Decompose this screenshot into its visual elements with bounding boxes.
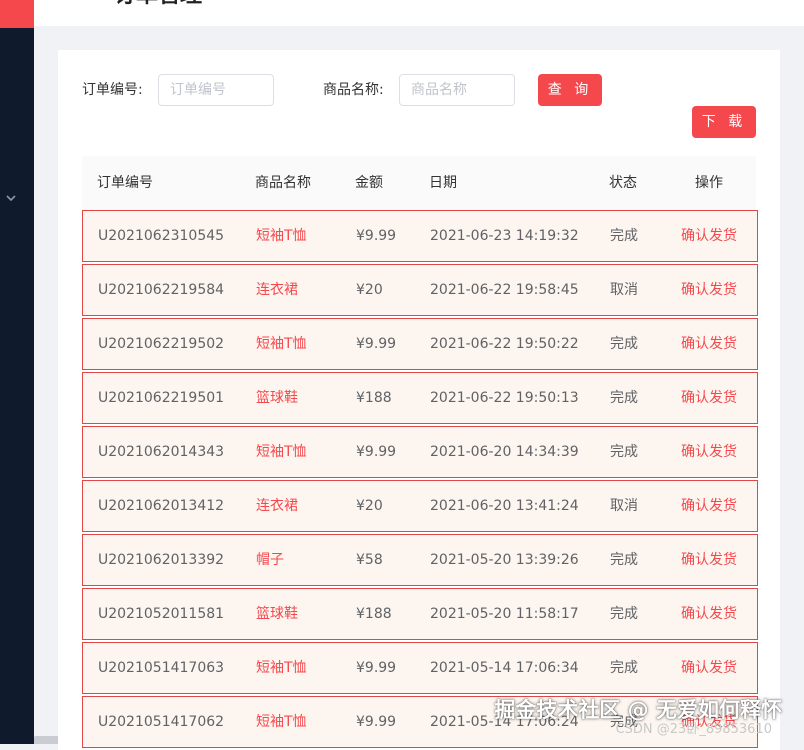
sidebar [0,0,34,744]
cell-date: 2021-05-20 11:58:17 [430,606,579,622]
cell-date: 2021-06-22 19:50:22 [430,336,579,352]
cell-order-no: U2021051417063 [98,660,225,676]
cell-product-name: 短袖T恤 [256,444,307,460]
order-no-input[interactable] [158,74,274,106]
confirm-ship-link[interactable]: 确认发货 [681,211,737,261]
cell-status: 完成 [610,660,638,676]
cell-date: 2021-06-20 13:41:24 [430,498,579,514]
sidebar-active-item[interactable] [0,0,34,28]
table-row: U2021052011581 篮球鞋 ¥188 2021-05-20 11:58… [82,588,758,640]
header-amount: 金额 [355,175,383,191]
cell-amount: ¥9.99 [356,336,397,352]
cell-amount: ¥20 [356,282,383,298]
header-operation: 操作 [695,175,723,191]
table-row: U2021051417063 短袖T恤 ¥9.99 2021-05-14 17:… [82,642,758,694]
cell-product-name: 短袖T恤 [256,228,307,244]
confirm-ship-link[interactable]: 确认发货 [681,319,737,369]
cell-product-name: 帽子 [256,552,284,568]
cell-status: 完成 [610,336,638,352]
cell-status: 完成 [610,390,638,406]
cell-status: 完成 [610,444,638,460]
table-row: U2021062013412 连衣裙 ¥20 2021-06-20 13:41:… [82,480,758,532]
table-header: 订单编号 商品名称 金额 日期 状态 操作 [82,156,756,211]
header-date: 日期 [429,175,457,191]
product-name-input[interactable] [399,74,515,106]
cell-amount: ¥9.99 [356,660,397,676]
confirm-ship-link[interactable]: 确认发货 [681,265,737,315]
cell-amount: ¥9.99 [356,444,397,460]
cell-product-name: 连衣裙 [256,498,298,514]
table-row: U2021062219584 连衣裙 ¥20 2021-06-22 19:58:… [82,264,758,316]
confirm-ship-link[interactable]: 确认发货 [681,643,737,693]
table-row: U2021062219501 篮球鞋 ¥188 2021-06-22 19:50… [82,372,758,424]
order-no-label: 订单编号: [82,82,143,98]
cell-product-name: 篮球鞋 [256,606,298,622]
cell-status: 完成 [610,552,638,568]
confirm-ship-link[interactable]: 确认发货 [681,535,737,585]
page-header: 订单管理 [34,0,804,26]
cell-date: 2021-05-14 17:06:34 [430,660,579,676]
cell-order-no: U2021062219501 [98,390,225,406]
cell-status: 完成 [610,228,638,244]
cell-date: 2021-06-22 19:50:13 [430,390,579,406]
confirm-ship-link[interactable]: 确认发货 [681,373,737,423]
cell-amount: ¥9.99 [356,228,397,244]
cell-order-no: U2021062014343 [98,444,225,460]
confirm-ship-link[interactable]: 确认发货 [681,427,737,477]
table-row: U2021062219502 短袖T恤 ¥9.99 2021-06-22 19:… [82,318,758,370]
cell-date: 2021-06-20 14:34:39 [430,444,579,460]
cell-status: 取消 [610,498,638,514]
cell-order-no: U2021051417062 [98,714,225,730]
confirm-ship-link[interactable]: 确认发货 [681,589,737,639]
cell-amount: ¥188 [356,390,392,406]
cell-status: 取消 [610,282,638,298]
page-title: 订单管理 [114,0,202,10]
download-button[interactable]: 下 载 [692,106,756,138]
cell-order-no: U2021052011581 [98,606,225,622]
cell-product-name: 连衣裙 [256,282,298,298]
cell-date: 2021-06-23 14:19:32 [430,228,579,244]
table-body: U2021062310545 短袖T恤 ¥9.99 2021-06-23 14:… [82,210,758,750]
table-row: U2021062014343 短袖T恤 ¥9.99 2021-06-20 14:… [82,426,758,478]
cell-product-name: 短袖T恤 [256,714,307,730]
cell-order-no: U2021062013412 [98,498,225,514]
confirm-ship-link[interactable]: 确认发货 [681,481,737,531]
cell-date: 2021-05-20 13:39:26 [430,552,579,568]
cell-amount: ¥58 [356,552,383,568]
table-row: U2021062013392 帽子 ¥58 2021-05-20 13:39:2… [82,534,758,586]
chevron-down-icon[interactable] [4,192,18,206]
header-status: 状态 [609,175,637,191]
header-product-name: 商品名称 [255,175,311,191]
cell-status: 完成 [610,606,638,622]
cell-order-no: U2021062219584 [98,282,225,298]
product-name-label: 商品名称: [323,82,384,98]
cell-product-name: 短袖T恤 [256,336,307,352]
cell-amount: ¥9.99 [356,714,397,730]
search-button[interactable]: 查 询 [538,74,602,106]
header-order-no: 订单编号 [97,175,153,191]
cell-amount: ¥20 [356,498,383,514]
cell-product-name: 篮球鞋 [256,390,298,406]
table-row: U2021062310545 短袖T恤 ¥9.99 2021-06-23 14:… [82,210,758,262]
cell-order-no: U2021062310545 [98,228,225,244]
cell-date: 2021-06-22 19:58:45 [430,282,579,298]
watermark-subtext: CSDN @23卧_89853610 [615,722,772,737]
cell-order-no: U2021062013392 [98,552,225,568]
cell-product-name: 短袖T恤 [256,660,307,676]
cell-order-no: U2021062219502 [98,336,225,352]
cell-amount: ¥188 [356,606,392,622]
